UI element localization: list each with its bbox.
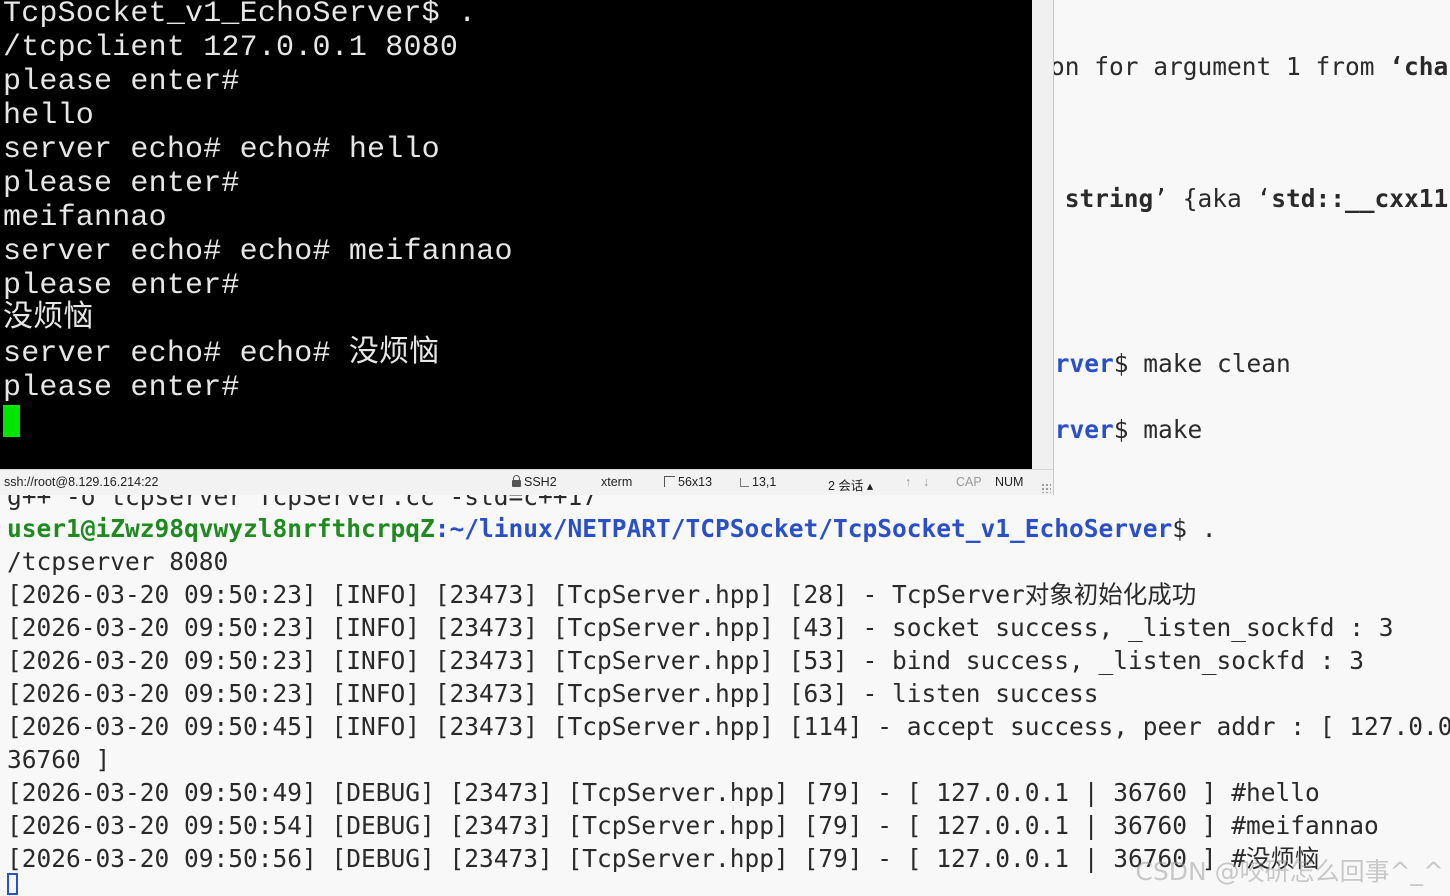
- terminal-line: TcpSocket_v1_EchoServer$ .: [3, 0, 477, 31]
- log-line: 36760 ]: [7, 745, 111, 774]
- log-line: [2026-03-20 09:50:56] [DEBUG] [23473] [T…: [7, 844, 1320, 873]
- terminal-type: xterm: [601, 475, 633, 489]
- prompt-line: erver$ make: [1040, 415, 1203, 444]
- num-lock-indicator: NUM: [995, 475, 1024, 489]
- terminal-line: server echo# echo# hello: [3, 133, 440, 167]
- server-command-line: /tcpserver 8080: [7, 547, 229, 576]
- ssh-client-window[interactable]: TcpSocket_v1_EchoServer$ . /tcpclient 12…: [0, 0, 1054, 495]
- terminal-line: hello: [3, 99, 95, 133]
- scroll-up-icon[interactable]: ↑: [905, 475, 911, 489]
- session-count[interactable]: 2 会话 ▴: [828, 475, 873, 494]
- resize-grip-icon[interactable]: [1041, 483, 1051, 493]
- resize-icon: [664, 476, 675, 487]
- terminal-line: please enter#: [3, 269, 240, 303]
- terminal-line: meifannao: [3, 201, 167, 235]
- client-terminal-screen[interactable]: TcpSocket_v1_EchoServer$ . /tcpclient 12…: [0, 0, 1032, 469]
- terminal-line: /tcpclient 127.0.0.1 8080: [3, 31, 459, 65]
- server-prompt-line: user1@iZwz98qvwyzl8nrfthcrpqZ:~/linux/NE…: [7, 514, 1217, 543]
- log-line: [2026-03-20 09:50:45] [INFO] [23473] [Tc…: [7, 712, 1450, 741]
- position-icon: [740, 478, 749, 487]
- prompt-line: erver$ make clean: [1040, 349, 1291, 378]
- log-line: [2026-03-20 09:50:23] [INFO] [23473] [Tc…: [7, 679, 1099, 708]
- terminal-line: server echo# echo# 没烦恼: [3, 337, 440, 371]
- log-line: [2026-03-20 09:50:23] [INFO] [23473] [Tc…: [7, 613, 1394, 642]
- compiler-message-line: on for argument 1 from ‘char’: [1050, 52, 1450, 81]
- terminal-line: please enter#: [3, 167, 240, 201]
- terminal-line: 没烦恼: [3, 302, 94, 336]
- log-line: [2026-03-20 09:50:49] [DEBUG] [23473] [T…: [7, 778, 1320, 807]
- terminal-size: 56x13: [664, 475, 712, 489]
- terminal-line: server echo# echo# meifannao: [3, 235, 513, 269]
- compiler-message-line: string’ {aka ‘std::__cxx11::: [1050, 184, 1450, 213]
- terminal-line: please enter#: [3, 371, 240, 405]
- caret-up-icon: ▴: [866, 479, 874, 493]
- status-bar: ssh://root@8.129.16.214:22 SSH2 xterm 56…: [0, 469, 1053, 495]
- connection-address: ssh://root@8.129.16.214:22: [4, 475, 159, 489]
- terminal-cursor: [3, 405, 20, 437]
- cursor-position: 13,1: [740, 475, 776, 489]
- terminal-cursor: [7, 873, 18, 895]
- lock-icon: [512, 475, 521, 487]
- log-line: [2026-03-20 09:50:54] [DEBUG] [23473] [T…: [7, 811, 1379, 840]
- terminal-scrollbar[interactable]: [1032, 0, 1053, 469]
- log-line: [2026-03-20 09:50:23] [INFO] [23473] [Tc…: [7, 580, 1197, 609]
- caps-lock-indicator: CAP: [956, 475, 982, 489]
- scroll-down-icon[interactable]: ↓: [923, 475, 929, 489]
- log-line: [2026-03-20 09:50:23] [INFO] [23473] [Tc…: [7, 646, 1365, 675]
- terminal-line: please enter#: [3, 65, 240, 99]
- watermark: CSDN @咬研怎么回事^_^: [1135, 857, 1444, 886]
- protocol-indicator: SSH2: [512, 475, 557, 489]
